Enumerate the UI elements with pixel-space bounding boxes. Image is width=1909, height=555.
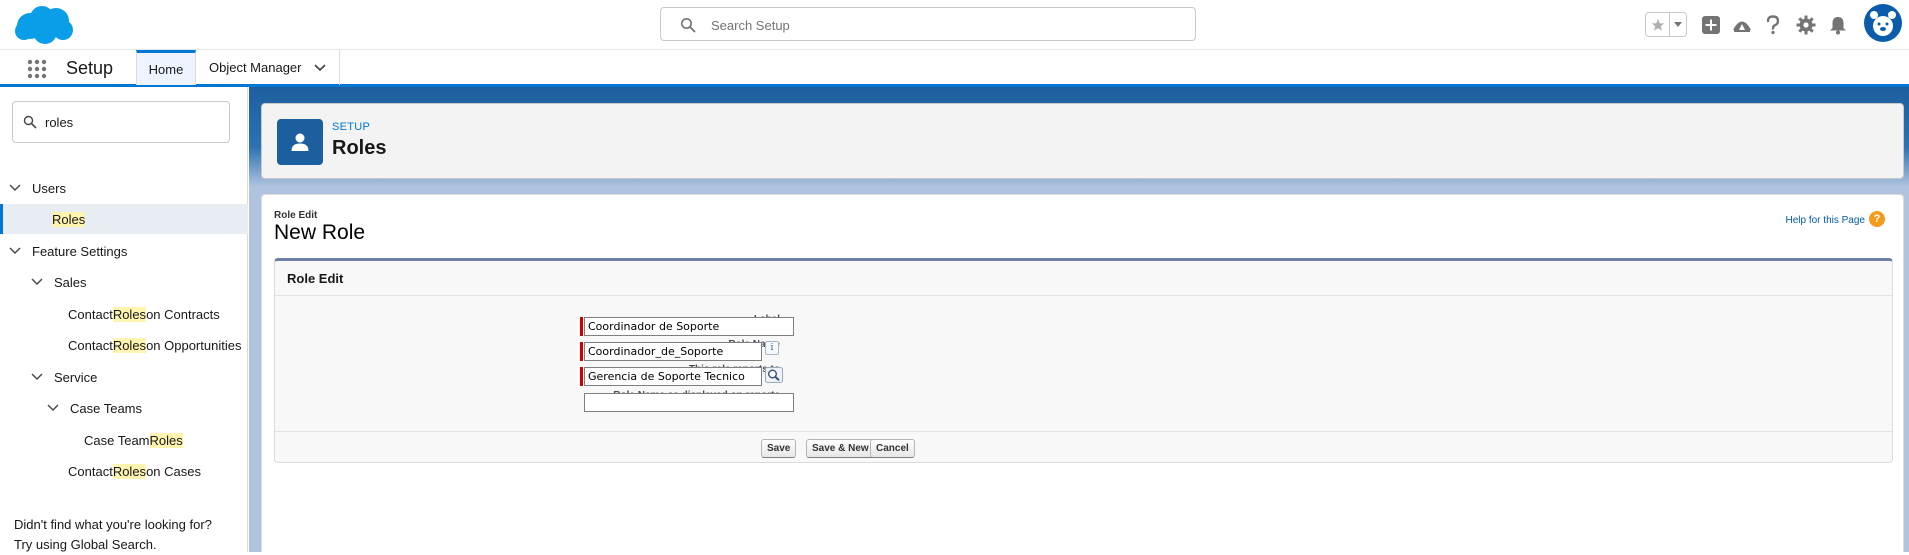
chevron-down-icon[interactable] [313,63,326,72]
trailhead-icon[interactable] [1729,12,1755,38]
tree-item-contact-roles-opportunities[interactable]: Contact Roles on Opportunities [0,330,248,360]
favorites-star-icon[interactable] [1646,13,1671,36]
content-panel: Role Edit New Role Help for this Page ? … [261,194,1904,552]
required-indicator [580,367,583,386]
main-area: SETUP Roles Role Edit New Role Help for … [249,87,1909,552]
tree-label-pre: Contact [68,463,113,479]
setup-sidebar: Users Roles Feature Settings Sales Conta… [0,87,248,552]
quick-find[interactable] [12,101,230,143]
tree-item-contact-roles-contracts[interactable]: Contact Roles on Contracts [0,299,248,329]
global-search-input[interactable] [711,14,1181,36]
tree-item-case-team-roles[interactable]: Case Team Roles [0,425,248,455]
tree-label: Feature Settings [32,243,128,259]
global-actions-icon[interactable] [1698,12,1724,38]
role-name-input[interactable] [584,342,762,361]
not-found-line1: Didn't find what you're looking for? [14,517,212,532]
chevron-down-icon[interactable] [29,274,45,290]
tree-label-post: on Cases [146,463,201,479]
tab-object-manager[interactable]: Object Manager [196,50,340,85]
cancel-button[interactable]: Cancel [870,439,915,458]
tree-label: Service [54,369,98,385]
not-found-line2: Try using Global Search. [14,537,157,552]
tree-item-case-teams[interactable]: Case Teams [0,393,248,423]
user-icon [277,119,323,165]
tree-label-pre: Contact [68,337,113,353]
user-avatar[interactable] [1864,4,1902,42]
salesforce-logo[interactable] [12,4,74,46]
tree-label: Users [32,180,66,196]
divider [275,431,1892,432]
notifications-bell-icon[interactable] [1825,12,1851,38]
tree-label-highlight: Roles [112,463,147,479]
save-button[interactable]: Save [761,439,797,458]
help-for-page-link[interactable]: Help for this Page [1786,215,1866,226]
chevron-down-icon[interactable] [45,400,61,416]
tree-label-post: on Opportunities [146,337,242,353]
required-indicator [580,342,583,361]
tree-label-pre: Case Team [84,432,150,448]
search-icon [23,115,37,129]
info-icon[interactable]: i [765,341,779,355]
favorites-caret-icon[interactable] [1670,13,1686,36]
tree-item-sales[interactable]: Sales [0,267,248,297]
save-and-new-button[interactable]: Save & New [806,439,875,458]
role-edit-subtitle: Role Edit [274,210,318,221]
chevron-down-icon[interactable] [7,180,23,196]
favorites-group [1645,12,1687,37]
tree-item-feature-settings[interactable]: Feature Settings [0,236,248,266]
tree-label: Sales [54,274,87,290]
tree-label-highlight: Roles [112,306,147,322]
block-title: Role Edit [287,271,344,286]
page-eyebrow[interactable]: SETUP [332,121,370,133]
setup-gear-icon[interactable] [1793,12,1819,38]
required-indicator [580,317,583,336]
tree-label-post: on Contracts [146,306,220,322]
page-title: Roles [332,137,387,159]
tab-home-label: Home [148,61,184,77]
tab-object-manager-label: Object Manager [209,60,302,75]
app-name: Setup [66,58,114,78]
divider [275,295,1892,296]
tree-item-service[interactable]: Service [0,362,248,392]
tree-item-roles[interactable]: Roles [0,204,248,234]
help-icon[interactable] [1760,12,1786,38]
tree-label-highlight: Roles [149,432,183,448]
role-edit-block: Role Edit Label Role Name i This role re… [274,258,1893,463]
label-input[interactable] [584,317,794,336]
app-launcher-icon[interactable] [27,59,47,79]
tree-label: Case Teams [70,400,143,416]
search-icon [681,18,696,33]
global-search[interactable] [660,7,1196,41]
quick-find-input[interactable] [45,112,220,132]
chevron-down-icon[interactable] [7,243,23,259]
not-found-hint: Didn't find what you're looking for? Try… [14,515,212,555]
role-edit-title: New Role [274,221,366,244]
display-name-input[interactable] [584,393,794,412]
app-nav-bar: Setup Home Object Manager [0,49,1909,87]
reports-to-input[interactable] [584,367,762,386]
tree-item-users[interactable]: Users [0,173,248,203]
tab-home[interactable]: Home [136,50,196,85]
page-header: SETUP Roles [261,103,1904,179]
lookup-magnifier-icon[interactable] [765,367,783,383]
help-icon[interactable]: ? [1869,211,1885,227]
tree-item-contact-roles-cases[interactable]: Contact Roles on Cases [0,456,248,486]
tree-label-pre: Contact [68,306,113,322]
tree-label: Roles [52,211,86,227]
tree-label-highlight: Roles [112,337,147,353]
global-header [0,0,1909,49]
chevron-down-icon[interactable] [29,369,45,385]
